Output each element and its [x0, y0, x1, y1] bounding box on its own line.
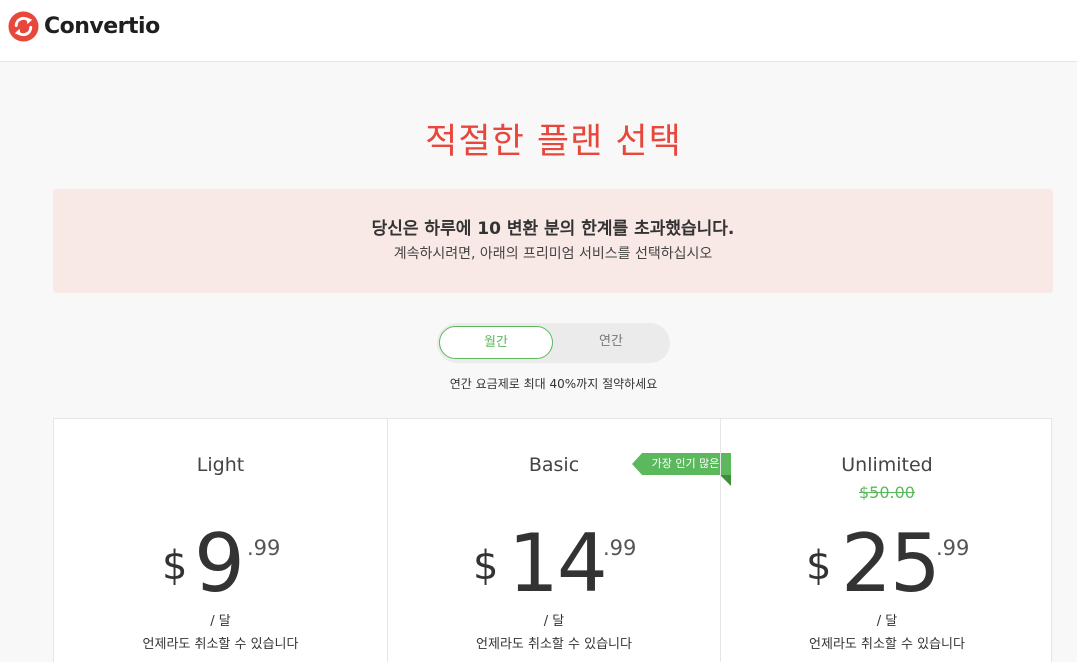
cancel-note: 언제라도 취소할 수 있습니다	[142, 637, 299, 652]
brand-name: Convertio	[44, 14, 160, 39]
plan-price: $ 25 .99	[721, 517, 1053, 610]
price-amount: 25	[841, 517, 941, 610]
billing-period: / 달	[210, 614, 231, 629]
alert-subtitle: 계속하시려면, 아래의 프리미엄 서비스를 선택하십시오	[393, 246, 713, 262]
header: Convertio	[0, 0, 1077, 62]
cancel-note: 언제라도 취소할 수 있습니다	[809, 637, 965, 652]
billing-period: / 달	[876, 614, 898, 629]
plan-price: $ 9 .99	[54, 517, 387, 610]
logo[interactable]: Convertio	[8, 11, 160, 42]
page-title: 적절한 플랜 선택	[425, 122, 682, 162]
plan-name: Light	[196, 454, 245, 476]
plan-card-unlimited[interactable]: Unlimited $50.00 $ 25 .99 / 달 언제라도 취소할 수…	[720, 419, 1053, 662]
price-amount: 9	[194, 517, 245, 610]
convertio-logo-icon	[8, 11, 39, 42]
cancel-note: 언제라도 취소할 수 있습니다	[476, 637, 632, 652]
currency-symbol: $	[473, 543, 499, 589]
price-cents: .99	[936, 536, 970, 560]
plan-card-basic[interactable]: Basic 가장 인기 많은 $ 14 .99 / 달 언제라도 취소할 수 있…	[387, 419, 731, 662]
price-amount: 14	[508, 517, 608, 610]
price-cents: .99	[603, 536, 637, 560]
toggle-annual[interactable]: 연간	[554, 326, 668, 359]
most-popular-badge: 가장 인기 많은	[632, 453, 731, 475]
currency-symbol: $	[806, 543, 832, 589]
billing-period: / 달	[543, 614, 565, 629]
limit-alert: 당신은 하루에 10 변환 분의 한계를 초과했습니다. 계속하시려면, 아래의…	[53, 189, 1053, 293]
currency-symbol: $	[162, 543, 188, 589]
plan-card-light[interactable]: Light $ 9 .99 / 달 언제라도 취소할 수 있습니다	[54, 419, 387, 662]
alert-title: 당신은 하루에 10 변환 분의 한계를 초과했습니다.	[371, 219, 735, 239]
plan-name: Unlimited	[841, 454, 933, 476]
billing-toggle: 월간 연간	[437, 323, 670, 363]
savings-note: 연간 요금제로 최대 40%까지 절약하세요	[449, 377, 658, 391]
original-price: $50.00	[859, 483, 915, 502]
toggle-monthly[interactable]: 월간	[439, 326, 553, 359]
plans-grid: Light $ 9 .99 / 달 언제라도 취소할 수 있습니다 Basic …	[53, 418, 1052, 662]
price-cents: .99	[247, 536, 281, 560]
plan-price: $ 14 .99	[388, 517, 720, 610]
